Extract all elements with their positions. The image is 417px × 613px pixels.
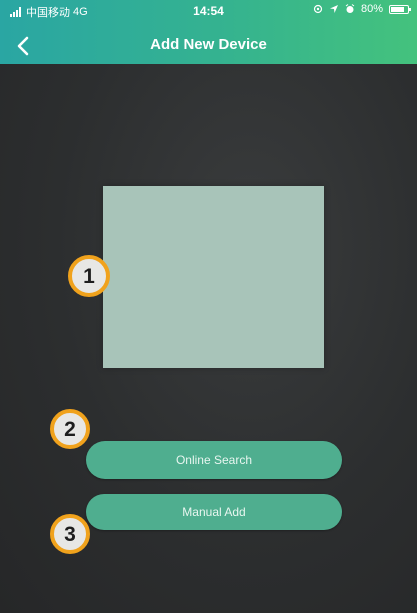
- page-title: Add New Device: [150, 36, 267, 53]
- status-bar: 中国移动 4G 14:54 80%: [0, 0, 417, 22]
- battery-fill: [391, 6, 404, 12]
- qr-scan-preview: [103, 186, 324, 368]
- screen: 中国移动 4G 14:54 80% Add New Device Online …: [0, 0, 417, 613]
- app-header: 中国移动 4G 14:54 80% Add New Device: [0, 0, 417, 64]
- annotation-badge-1: 1: [68, 255, 110, 297]
- battery-percent: 80%: [360, 3, 383, 15]
- annotation-badge-3: 3: [50, 514, 90, 554]
- navigation-arrow-icon: [329, 5, 338, 13]
- battery-icon: [389, 4, 411, 14]
- annotation-badge-2: 2: [50, 409, 90, 449]
- location-icon: [313, 4, 323, 14]
- manual-add-button[interactable]: Manual Add: [86, 494, 342, 530]
- nav-bar: Add New Device: [0, 30, 417, 62]
- online-search-button[interactable]: Online Search: [86, 441, 342, 479]
- alarm-icon: [345, 4, 355, 13]
- status-right: 80%: [313, 3, 411, 15]
